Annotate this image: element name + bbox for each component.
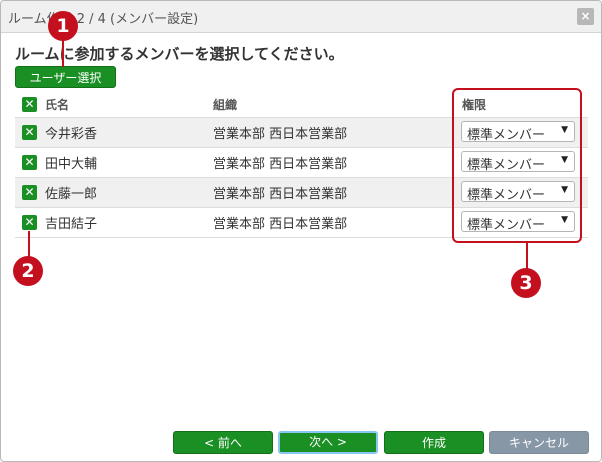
member-organization: 営業本部 西日本営業部 bbox=[213, 157, 348, 172]
member-name: 吉田結子 bbox=[45, 217, 98, 232]
member-checkbox[interactable]: ✕ bbox=[22, 155, 37, 170]
user-select-button[interactable]: ユーザー選択 bbox=[15, 66, 116, 88]
dialog-titlebar: ルーム作成 2 / 4 (メンバー設定) × bbox=[1, 1, 601, 33]
close-icon[interactable]: × bbox=[577, 8, 594, 25]
member-checkbox[interactable]: ✕ bbox=[22, 215, 37, 230]
dialog-title: ルーム作成 2 / 4 (メンバー設定) bbox=[8, 12, 199, 27]
select-all-checkbox[interactable]: ✕ bbox=[22, 97, 37, 112]
next-button[interactable]: 次へ > bbox=[278, 431, 378, 454]
permission-column-highlight bbox=[452, 88, 582, 243]
callout-badge-1: 1 bbox=[48, 11, 78, 41]
member-name: 佐藤一郎 bbox=[45, 187, 98, 202]
callout-1-pointer bbox=[62, 39, 64, 67]
member-organization: 営業本部 西日本営業部 bbox=[213, 187, 348, 202]
member-name: 田中大輔 bbox=[45, 157, 98, 172]
member-checkbox[interactable]: ✕ bbox=[22, 185, 37, 200]
member-name: 今井彩香 bbox=[45, 127, 98, 142]
column-header-name: 氏名 bbox=[45, 98, 70, 112]
column-header-organization: 組織 bbox=[213, 98, 238, 112]
create-button[interactable]: 作成 bbox=[384, 431, 484, 454]
callout-badge-3: 3 bbox=[511, 268, 541, 298]
callout-badge-2: 2 bbox=[13, 256, 43, 286]
cancel-button[interactable]: キャンセル bbox=[489, 431, 589, 454]
previous-button[interactable]: < 前へ bbox=[173, 431, 273, 454]
page-heading: ルームに参加するメンバーを選択してください。 bbox=[15, 45, 344, 63]
room-create-dialog: ルーム作成 2 / 4 (メンバー設定) × ルームに参加するメンバーを選択して… bbox=[0, 0, 602, 462]
member-organization: 営業本部 西日本営業部 bbox=[213, 127, 348, 142]
member-checkbox[interactable]: ✕ bbox=[22, 125, 37, 140]
member-organization: 営業本部 西日本営業部 bbox=[213, 217, 348, 232]
